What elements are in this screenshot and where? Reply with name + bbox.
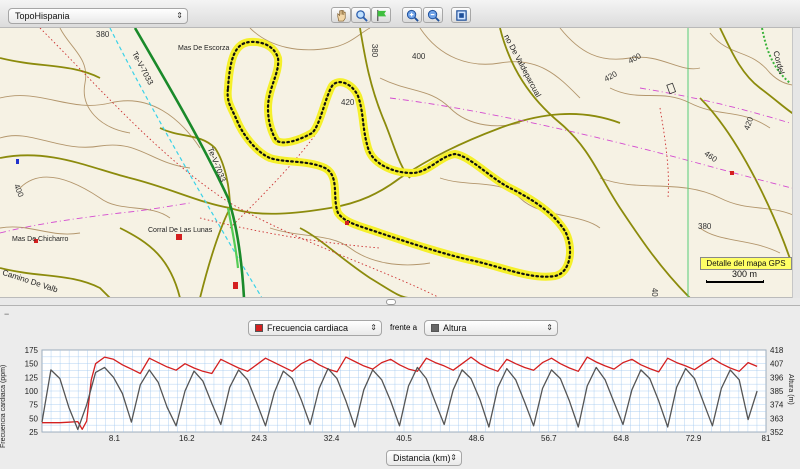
magnifier-icon: [355, 9, 368, 22]
map-canvas[interactable]: [0, 28, 800, 298]
right-series-value: Altura: [443, 323, 467, 333]
y-right-tick-label: 385: [770, 387, 784, 396]
contour-lines: [0, 28, 800, 266]
hand-icon: [336, 9, 346, 21]
poi-marker[interactable]: [730, 171, 734, 175]
versus-label: frente a: [390, 323, 418, 332]
x-tick-label: 40.5: [396, 434, 412, 443]
left-series-select[interactable]: Frecuencia cardiaca ⇕: [248, 320, 382, 336]
flag-icon: [376, 9, 386, 21]
boundary-lines: [39, 28, 669, 297]
place-label: Mas De Escorza: [178, 45, 230, 52]
x-axis-value: Distancia (km): [393, 453, 451, 463]
scale-bar: [706, 280, 764, 283]
updown-arrows-icon: ⇕: [370, 323, 377, 332]
x-tick-label: 56.7: [541, 434, 557, 443]
left-series-value: Frecuencia cardiaca: [267, 323, 349, 333]
y-right-tick-label: 418: [770, 346, 784, 355]
scrollbar-thumb[interactable]: [386, 299, 396, 305]
x-tick-label: 24.3: [251, 434, 267, 443]
map-source-value: TopoHispania: [15, 11, 70, 21]
red-swatch-icon: [255, 324, 263, 332]
map-vertical-scrollbar[interactable]: [792, 28, 800, 298]
y-right-tick-label: 396: [770, 373, 784, 382]
map-paths: [0, 28, 800, 297]
toolbar: TopoHispania ⇕: [0, 0, 800, 28]
profile-chart[interactable]: 8.1 16.2 24.3 32.4 40.5 48.6 56.7 64.8 72.9 81255…: [0, 336, 800, 446]
building-symbol: [666, 82, 677, 95]
contour-label: 380: [370, 43, 380, 58]
y-left-tick-label: 125: [25, 373, 39, 382]
fit-button[interactable]: [451, 7, 471, 23]
y-right-tick-label: 407: [770, 360, 784, 369]
contour-label: 400: [412, 52, 426, 61]
contour-label: 400: [650, 287, 660, 298]
contour-label: 420: [341, 98, 355, 107]
x-tick-label: 8.1: [109, 434, 121, 443]
fit-screen-icon: [455, 9, 467, 21]
left-axis-title: Frecuencia cardiaca (ppm): [0, 364, 7, 448]
contour-label: 380: [698, 222, 712, 231]
zoom-out-icon: [427, 9, 440, 22]
place-label: Mas De Chicharro: [12, 236, 69, 243]
y-left-tick-label: 50: [29, 414, 38, 423]
y-left-tick-label: 100: [25, 387, 39, 396]
collapse-icon[interactable]: −: [4, 309, 9, 319]
scale-label: 300 m: [732, 269, 758, 279]
zoom-in-icon: [406, 9, 419, 22]
x-tick-label: 48.6: [469, 434, 485, 443]
map-scale: 300 m: [706, 269, 790, 283]
zoom-tool[interactable]: [351, 7, 371, 23]
right-axis-title: Altura (m): [787, 374, 794, 405]
right-series-select[interactable]: Altura ⇕: [424, 320, 558, 336]
updown-arrows-icon: ⇕: [176, 11, 183, 20]
gray-swatch-icon: [431, 324, 439, 332]
y-left-tick-label: 25: [29, 428, 38, 437]
map-horizontal-scrollbar[interactable]: [0, 298, 800, 306]
x-tick-label: 32.4: [324, 434, 340, 443]
poi-marker[interactable]: [176, 234, 182, 240]
poi-marker[interactable]: [16, 159, 19, 164]
pan-tool[interactable]: [331, 7, 351, 23]
updown-arrows-icon: ⇕: [450, 453, 457, 462]
y-right-tick-label: 363: [770, 414, 784, 423]
poi-marker[interactable]: [345, 221, 349, 225]
y-left-tick-label: 175: [25, 346, 39, 355]
x-axis-select[interactable]: Distancia (km) ⇕: [386, 450, 462, 466]
place-label: Corral De Las Lunas: [148, 227, 213, 234]
y-left-tick-label: 75: [29, 401, 38, 410]
y-right-tick-label: 352: [770, 428, 784, 437]
gps-app-window: TopoHispania ⇕ Mas De Escorza Corral De …: [0, 0, 800, 469]
x-tick-label: 16.2: [179, 434, 195, 443]
x-tick-label: 72.9: [686, 434, 702, 443]
zoom-out-button[interactable]: [423, 7, 443, 23]
y-left-tick-label: 150: [25, 360, 39, 369]
y-right-tick-label: 374: [770, 401, 784, 410]
poi-marker[interactable]: [233, 282, 238, 289]
updown-arrows-icon: ⇕: [546, 323, 553, 332]
map-view[interactable]: Mas De Escorza Corral De Las Lunas Mas D…: [0, 28, 800, 298]
flag-tool[interactable]: [371, 7, 391, 23]
zoom-in-button[interactable]: [402, 7, 422, 23]
x-tick-label: 64.8: [613, 434, 629, 443]
contour-label: 380: [96, 30, 110, 39]
gps-map-detail-button[interactable]: Detalle del mapa GPS: [700, 257, 792, 270]
map-source-select[interactable]: TopoHispania ⇕: [8, 8, 188, 24]
